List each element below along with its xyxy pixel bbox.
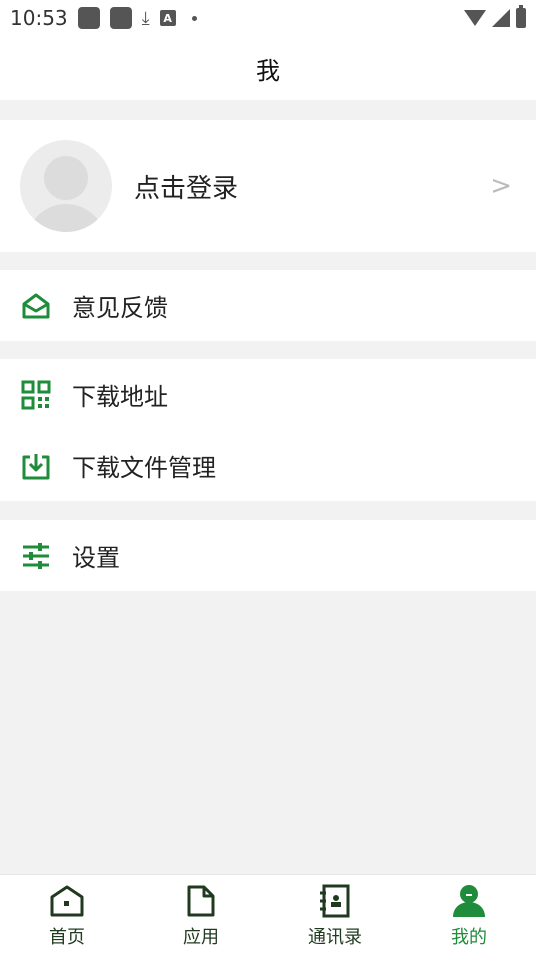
more-notifications-dot-icon [191, 15, 197, 21]
menu-item-download-address[interactable]: 下载地址 [0, 359, 536, 430]
nav-home[interactable]: 首页 [0, 875, 134, 954]
home-icon [47, 881, 87, 921]
qr-code-icon [20, 379, 52, 411]
download-box-icon [20, 450, 52, 482]
settings-section: 设置 [0, 520, 536, 591]
signal-icon [492, 9, 510, 27]
avatar-body [26, 204, 106, 232]
status-bar: 10:53 ⤓ A [0, 0, 536, 36]
nav-contacts[interactable]: 通讯录 [268, 875, 402, 954]
menu-item-label: 设置 [72, 544, 120, 572]
menu-item-feedback[interactable]: 意见反馈 [0, 270, 536, 341]
menu-item-settings[interactable]: 设置 [0, 520, 536, 591]
keyboard-a-icon: A [159, 10, 176, 26]
login-label: 点击登录 [134, 173, 239, 204]
nav-apps[interactable]: 应用 [134, 875, 268, 954]
status-left: 10:53 ⤓ A [10, 6, 197, 30]
page-title: 我 [256, 56, 280, 85]
mail-open-icon [20, 290, 52, 322]
feedback-section: 意见反馈 [0, 270, 536, 341]
profile-login-row[interactable]: 点击登录 > [0, 120, 536, 252]
nav-label: 首页 [49, 926, 85, 948]
menu-item-label: 下载文件管理 [72, 454, 216, 482]
download-icon: ⤓ [141, 7, 150, 29]
menu-item-download-manager[interactable]: 下载文件管理 [0, 430, 536, 501]
avatar-head [44, 156, 88, 200]
wifi-icon [464, 10, 486, 26]
contacts-book-icon [315, 881, 355, 921]
download-section: 下载地址 下载文件管理 [0, 359, 536, 501]
nav-me[interactable]: 我的 [402, 875, 536, 954]
nav-label: 通讯录 [308, 926, 362, 948]
battery-icon [516, 5, 526, 28]
status-right [464, 5, 526, 28]
nav-label: 我的 [451, 926, 487, 948]
status-time: 10:53 [10, 6, 68, 30]
notification-app-icon [77, 7, 100, 29]
document-icon [181, 881, 221, 921]
menu-item-label: 下载地址 [72, 383, 168, 411]
notification-app-icon-2 [109, 7, 132, 29]
user-icon [449, 881, 489, 921]
menu-item-label: 意见反馈 [72, 294, 168, 322]
nav-label: 应用 [183, 926, 219, 948]
page-header: 我 [0, 36, 536, 100]
chevron-right-icon: > [490, 171, 512, 201]
avatar [20, 140, 112, 232]
sliders-icon [20, 540, 52, 572]
bottom-nav: 首页 应用 通讯录 我的 [0, 874, 536, 954]
